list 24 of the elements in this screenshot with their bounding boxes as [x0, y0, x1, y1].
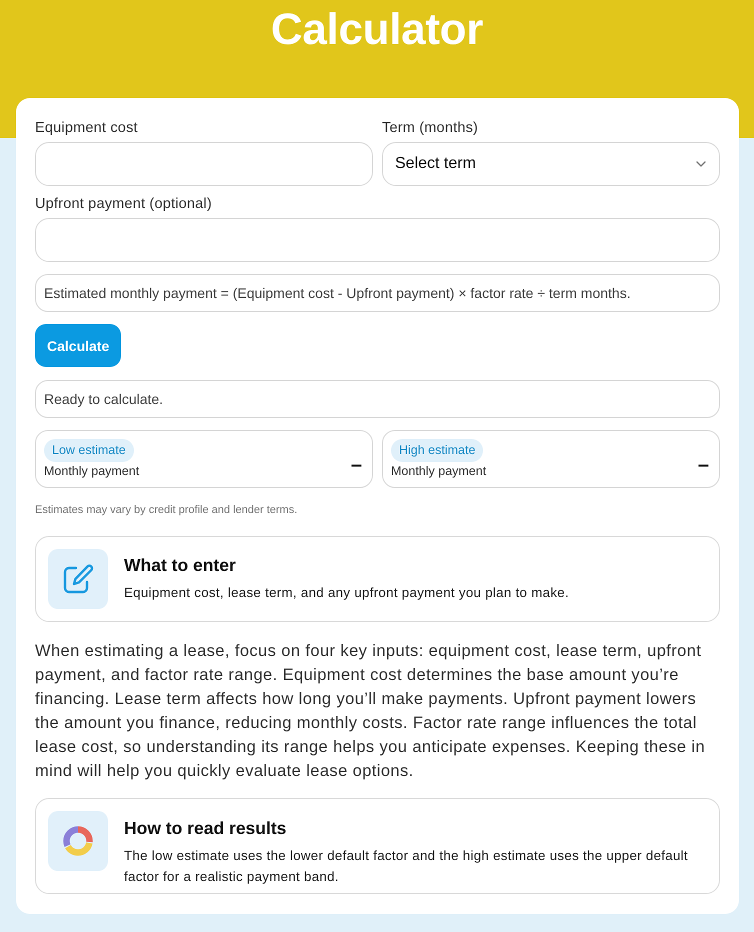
estimate-badge: Low estimate: [44, 439, 134, 462]
status-message: Ready to calculate.: [35, 380, 720, 418]
info-card-title: How to read results: [124, 817, 288, 839]
info-card-title: What to enter: [124, 554, 237, 576]
field-label: Equipment cost: [35, 119, 138, 137]
estimate-value: –: [350, 453, 362, 477]
page-title: Calculator: [270, 4, 484, 56]
estimate-value: –: [698, 453, 709, 477]
estimate-caption: Monthly payment: [44, 464, 140, 478]
formula-note: Estimated monthly payment = (Equipment cost - Upfront payment) × factor rate ÷ term months.: [35, 274, 720, 312]
edit-icon: [48, 549, 108, 609]
info-card-text: Equipment cost, lease term, and any upfront payment you plan to make.: [124, 584, 569, 602]
estimate-badge: High estimate: [391, 439, 484, 462]
info-card-text: The low estimate uses the lower default factor and the high estimate uses the upper default factor for a realistic payment band.: [124, 847, 689, 886]
body-paragraph: When estimating a lease, focus on four key inputs: equipment cost, lease term, upfront payment, and factor rate range. Equipment cost determines the base amount you’re financing. Lease term affects how long you’ll make payments. Upfront payment lowers the amount you finance, reducing monthly costs. Factor rate range influences the total lease cost, so understanding its range helps you anticipate expenses. Keeping these in mind will help you quickly evaluate lease options.: [35, 641, 706, 782]
field-label: Term (months): [382, 119, 478, 137]
estimate-caption: Monthly payment: [391, 464, 486, 478]
text-input[interactable]: [35, 218, 720, 262]
disclaimer-text: Estimates may vary by credit profile and lender terms.: [35, 503, 298, 518]
term-select[interactable]: Select term: [382, 142, 720, 186]
donut-chart-icon: [48, 811, 108, 871]
chevron-down-icon: [696, 161, 706, 167]
text-input[interactable]: [35, 142, 373, 186]
field-label: Upfront payment (optional): [35, 195, 212, 213]
